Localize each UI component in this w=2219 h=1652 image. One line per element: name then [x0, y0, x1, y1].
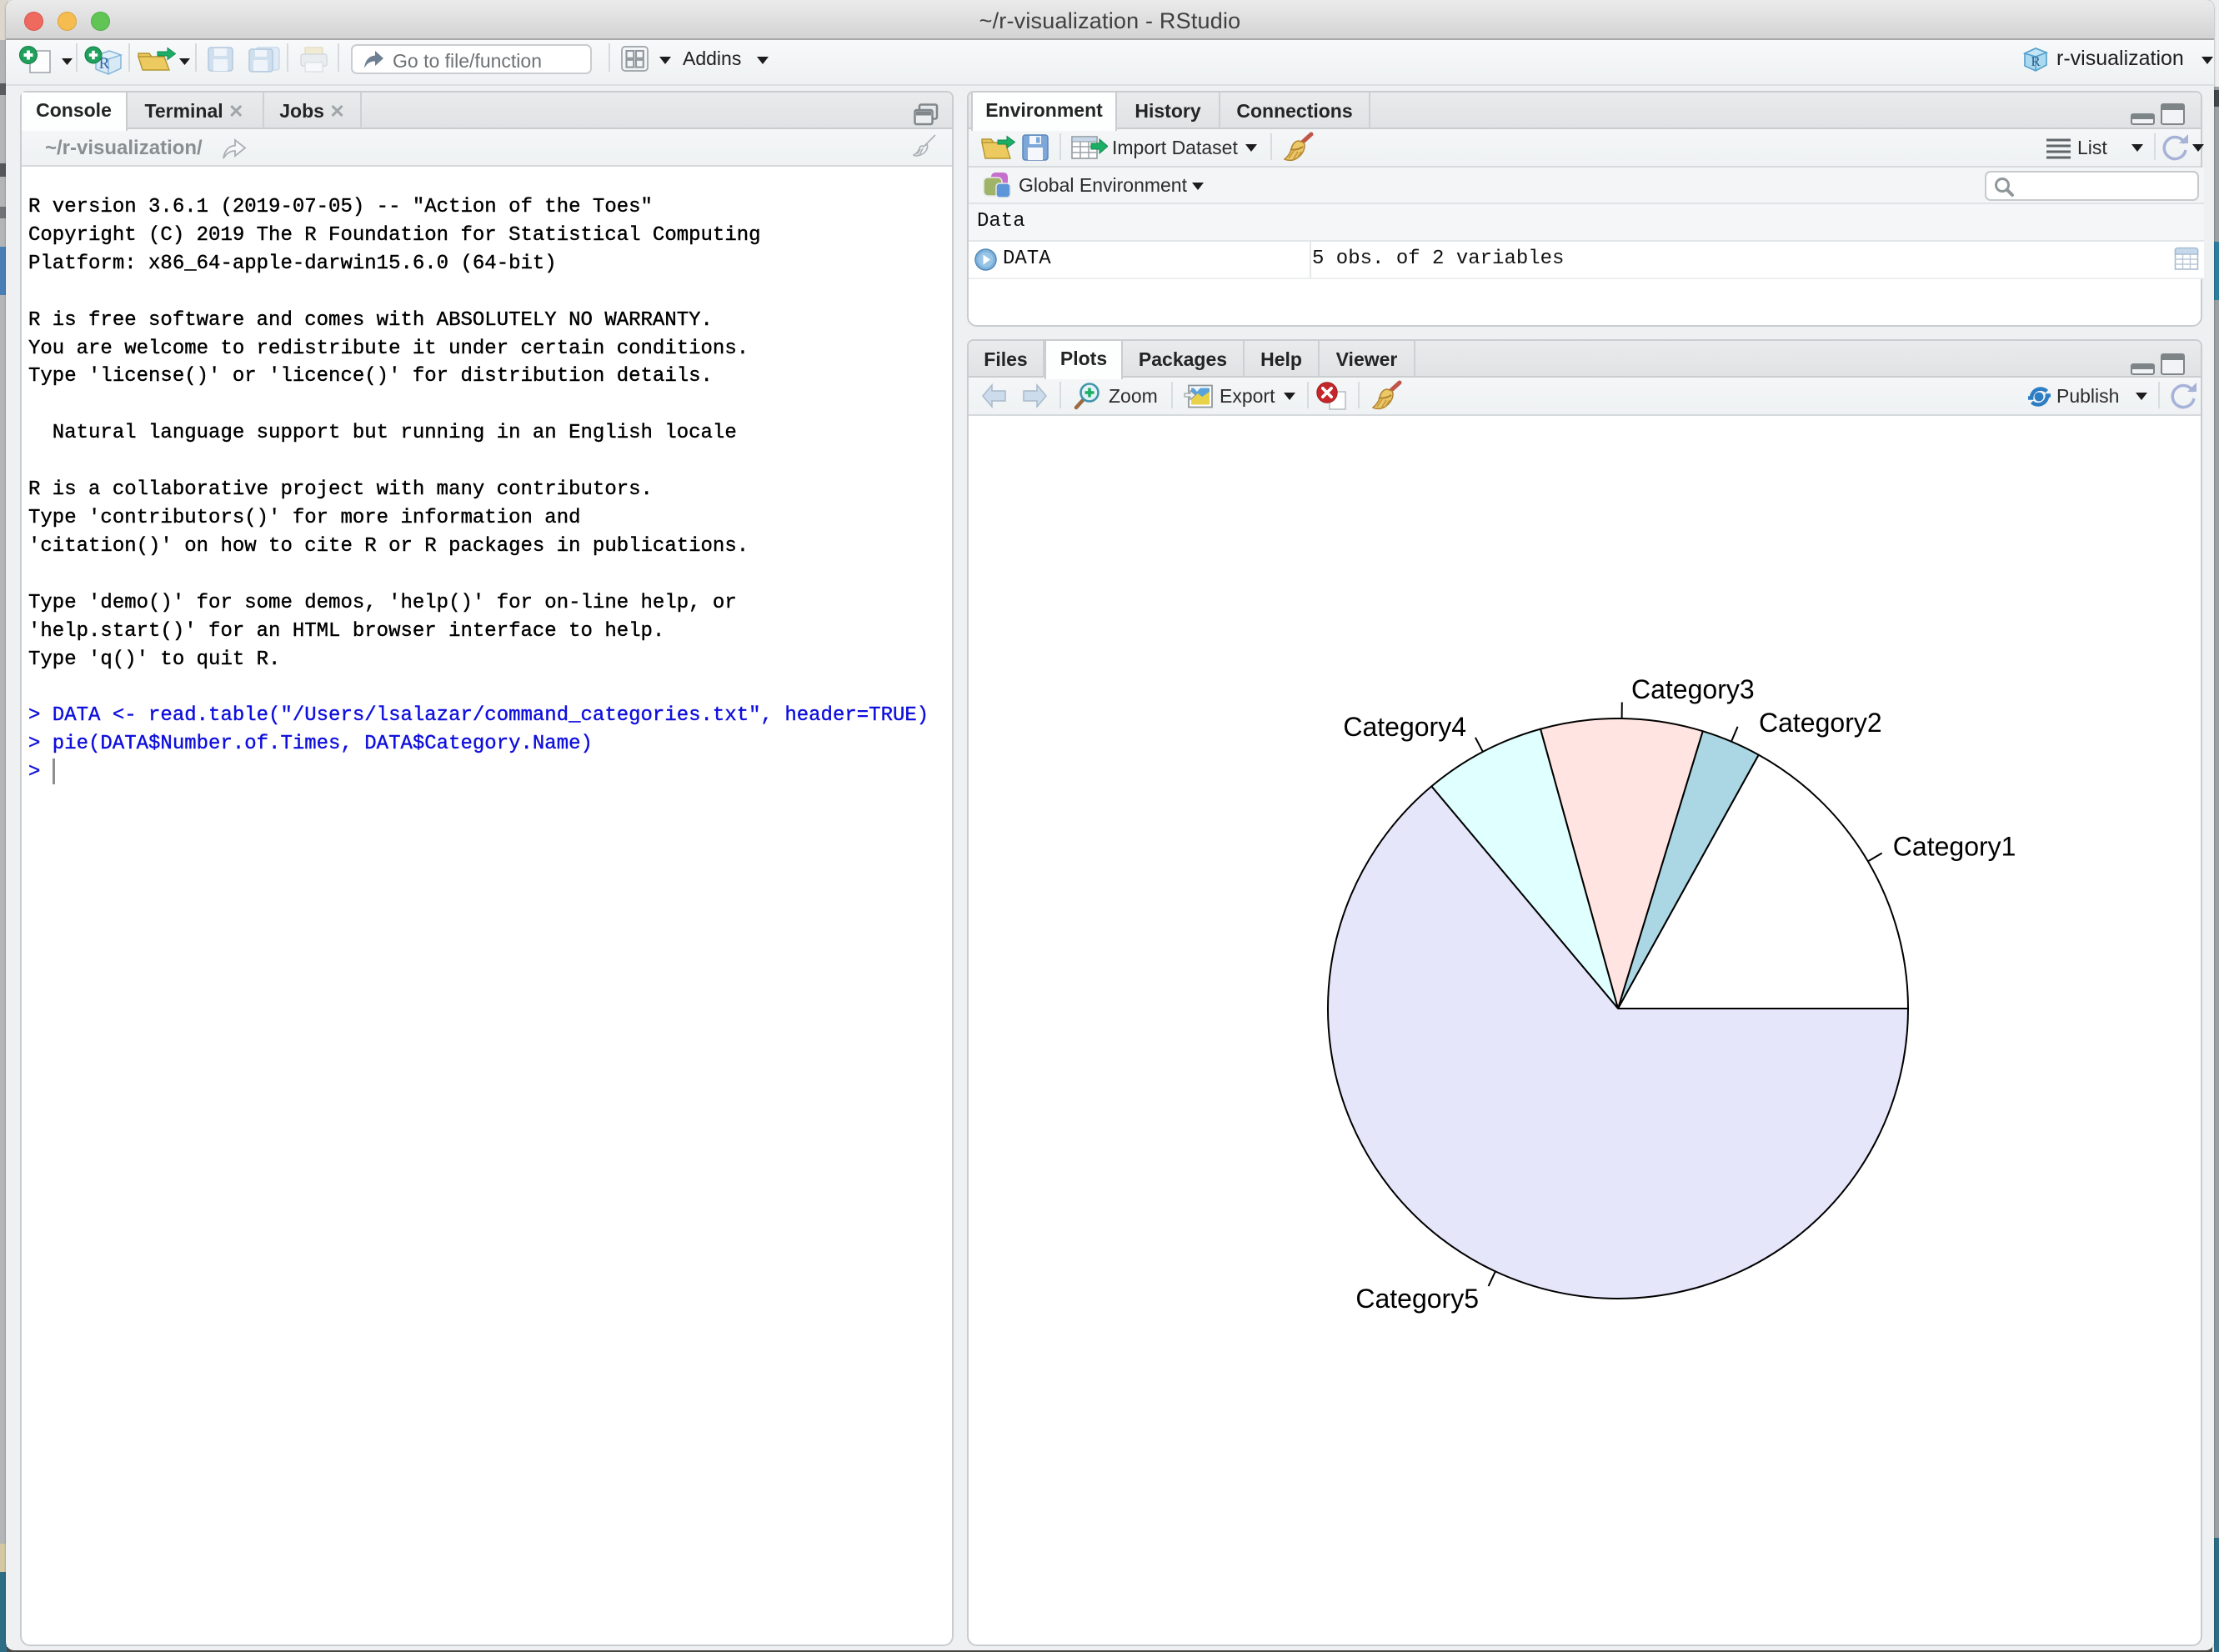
svg-text:Category3: Category3: [1631, 674, 1755, 704]
svg-text:R: R: [2031, 53, 2041, 69]
svg-text:Category1: Category1: [1893, 832, 2016, 862]
svg-text:Category2: Category2: [1759, 708, 1882, 738]
svg-text:Category5: Category5: [1355, 1284, 1479, 1314]
svg-text:Category4: Category4: [1343, 712, 1466, 742]
